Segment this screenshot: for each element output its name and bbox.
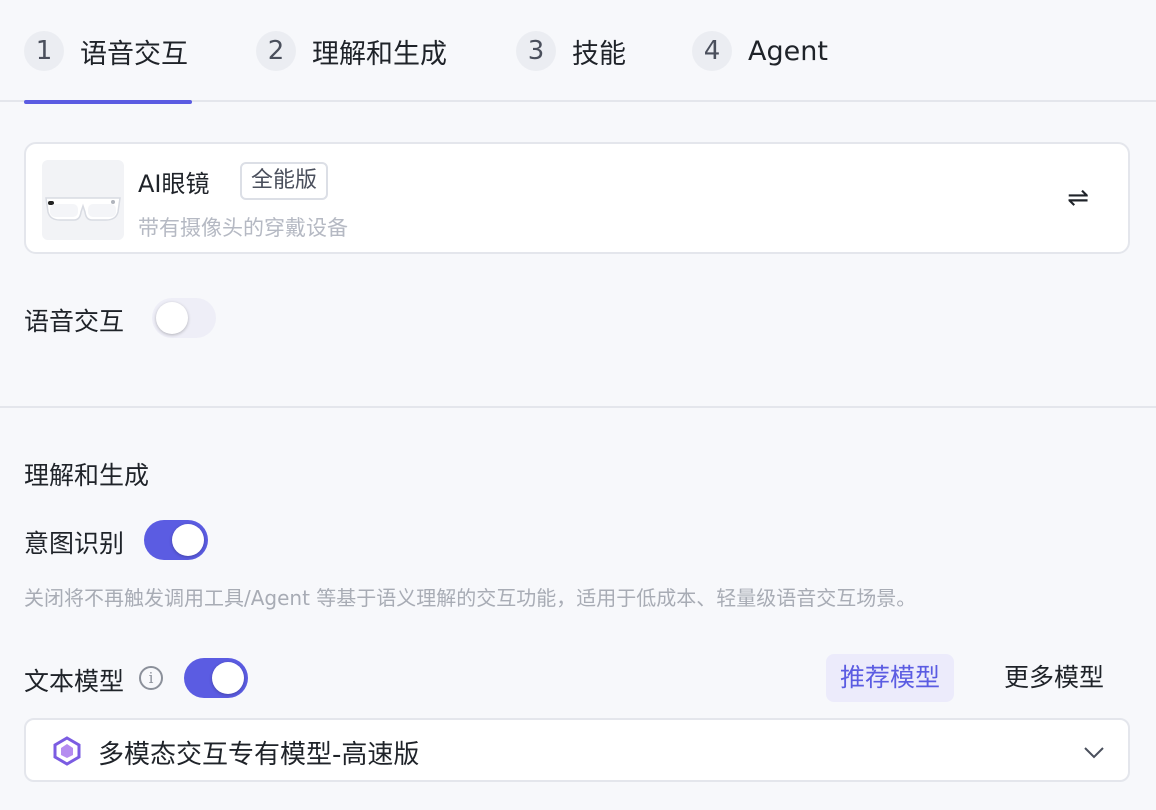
more-models-tab[interactable]: 更多模型 <box>990 654 1118 702</box>
tab-number: 4 <box>692 31 732 71</box>
tab-number: 2 <box>256 31 296 71</box>
device-title: AI眼镜 <box>138 170 210 198</box>
voice-interaction-label: 语音交互 <box>24 307 125 336</box>
tab-understanding-generation[interactable]: 2 理解和生成 <box>256 0 447 102</box>
recommended-models-tab[interactable]: 推荐模型 <box>826 654 955 702</box>
toggle-knob <box>172 524 204 556</box>
device-description: 带有摄像头的穿戴设备 <box>138 216 348 240</box>
step-tabs: 1 语音交互 2 理解和生成 3 技能 4 Agent <box>0 0 1156 104</box>
tab-label: Agent <box>748 35 828 67</box>
intent-hint: 关闭将不再触发调用工具/Agent 等基于语义理解的交互功能，适用于低成本、轻量… <box>24 586 917 610</box>
selected-model-name: 多模态交互专有模型-高速版 <box>98 740 420 770</box>
voice-interaction-toggle[interactable] <box>152 298 216 338</box>
glasses-image <box>42 160 124 240</box>
tab-label: 语音交互 <box>80 38 188 70</box>
text-model-toggle[interactable] <box>184 658 248 698</box>
divider <box>0 406 1156 408</box>
tab-skills[interactable]: 3 技能 <box>516 0 626 102</box>
model-select[interactable]: 多模态交互专有模型-高速版 <box>24 718 1130 782</box>
intent-recognition-label: 意图识别 <box>24 529 125 558</box>
glasses-icon <box>45 197 121 221</box>
model-logo-icon <box>53 736 81 766</box>
tab-agent[interactable]: 4 Agent <box>692 0 828 102</box>
section-title: 理解和生成 <box>24 461 150 490</box>
tab-label: 理解和生成 <box>312 38 447 70</box>
tab-label: 技能 <box>572 38 626 70</box>
toggle-knob <box>156 302 188 334</box>
chevron-down-icon <box>1084 747 1104 759</box>
tab-number: 1 <box>24 31 64 71</box>
intent-recognition-toggle[interactable] <box>144 520 208 560</box>
device-card: AI眼镜 全能版 带有摄像头的穿戴设备 ⇌ <box>24 142 1130 254</box>
tab-voice-interaction[interactable]: 1 语音交互 <box>24 0 192 104</box>
info-icon[interactable]: i <box>139 666 163 690</box>
text-model-label: 文本模型 <box>24 667 125 696</box>
edition-badge: 全能版 <box>240 162 329 200</box>
toggle-knob <box>212 662 244 694</box>
swap-device-icon[interactable]: ⇌ <box>1062 182 1094 214</box>
tab-number: 3 <box>516 31 556 71</box>
